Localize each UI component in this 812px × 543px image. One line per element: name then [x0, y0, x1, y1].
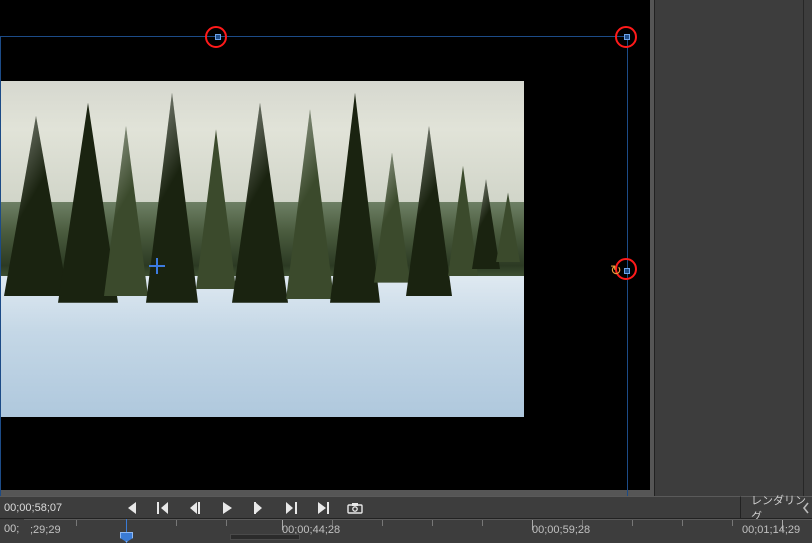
timeline-zero-label: 00; [4, 523, 19, 535]
rendering-panel-tab[interactable]: レンダリング [740, 496, 812, 519]
panel-divider[interactable] [803, 0, 804, 543]
timeline-ruler[interactable]: ;29;29 00;00;44;28 00;00;59;28 00;01;14;… [24, 519, 812, 543]
timeline-row: 00; ;29;29 00;00;44;28 00;00;59;28 00;01… [0, 519, 812, 543]
transform-handle-top-center[interactable] [215, 34, 221, 40]
go-to-out-button[interactable] [314, 500, 332, 516]
prev-frame-button[interactable] [154, 500, 172, 516]
transform-handle-right-center[interactable] [624, 268, 630, 274]
snapshot-button[interactable] [346, 500, 364, 516]
cti-head-icon[interactable] [120, 532, 133, 542]
play-button[interactable] [218, 500, 236, 516]
right-panel [654, 0, 812, 543]
rotate-cursor-icon: ↻ [610, 262, 624, 276]
annotation-circle [205, 26, 227, 48]
video-frame[interactable] [0, 81, 524, 417]
transform-handle-top-right[interactable] [624, 34, 630, 40]
annotation-circle [615, 26, 637, 48]
chevron-left-icon [802, 502, 810, 517]
app-root: ↻ 00;00;58;07 [0, 0, 812, 543]
go-to-in-button[interactable] [122, 500, 140, 516]
ruler-tick-label: ;29;29 [30, 524, 61, 536]
preview-canvas[interactable]: ↻ [0, 0, 650, 490]
step-forward-button[interactable] [250, 500, 268, 516]
step-back-button[interactable] [186, 500, 204, 516]
work-area-bar[interactable] [230, 534, 300, 540]
anchor-point-icon[interactable] [149, 258, 165, 274]
next-frame-button[interactable] [282, 500, 300, 516]
transport-bar: 00;00;58;07 [0, 496, 812, 519]
annotation-circle [615, 258, 637, 280]
ruler-tick-label: 00;01;14;29 [742, 524, 800, 536]
current-timecode[interactable]: 00;00;58;07 [0, 502, 118, 514]
preview-panel: ↻ [0, 0, 654, 496]
transport-buttons [118, 500, 364, 516]
